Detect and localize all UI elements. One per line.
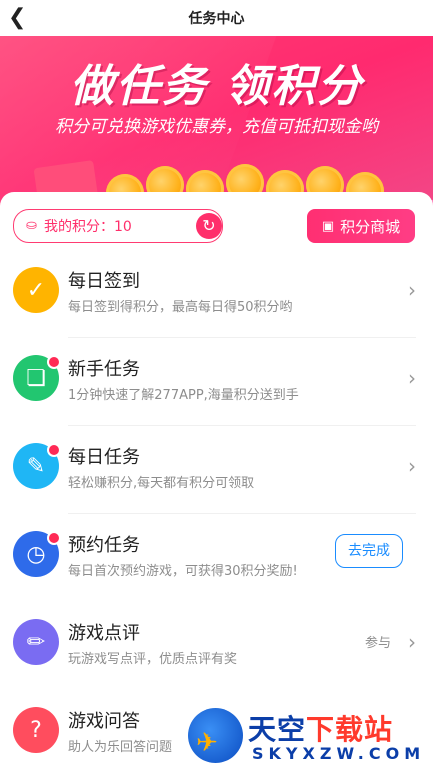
- notification-dot: [47, 531, 61, 545]
- task-game-review[interactable]: ✏ 游戏点评 玩游戏写点评，优质点评有奖 参与 ›: [0, 602, 433, 690]
- points-label: 我的积分：10: [44, 219, 132, 235]
- task-name: 每日任务: [68, 447, 140, 468]
- participate-label: 参与: [364, 636, 391, 651]
- task-reservation[interactable]: ◷ 预约任务 每日首次预约游戏，可获得30积分奖励! 去完成: [0, 514, 433, 602]
- task-desc: 每日签到得积分，最高每日得50积分哟: [68, 300, 293, 315]
- page-title: 任务中心: [188, 11, 245, 27]
- plane-icon: ✈: [196, 728, 218, 758]
- top-bar: ❮ 任务中心: [0, 0, 433, 36]
- task-desc: 助人为乐回答问题: [68, 740, 173, 755]
- banner-headline: 做任务 领积分: [69, 61, 364, 112]
- task-desc: 玩游戏写点评，优质点评有奖: [68, 652, 238, 667]
- calendar-check-icon: ✓: [13, 267, 59, 313]
- coin-icon: ⛀: [26, 218, 37, 233]
- task-newbie[interactable]: ❏ 新手任务 1分钟快速了解277APP,海量积分送到手 ›: [0, 338, 433, 426]
- task-name: 新手任务: [68, 359, 140, 380]
- back-icon[interactable]: ❮: [8, 6, 28, 30]
- task-desc: 1分钟快速了解277APP,海量积分送到手: [68, 388, 299, 403]
- points-mall-button[interactable]: ▣ 积分商城: [307, 209, 415, 243]
- task-name: 每日签到: [68, 271, 140, 292]
- notification-dot: [47, 355, 61, 369]
- notification-dot: [47, 443, 61, 457]
- task-desc: 每日首次预约游戏，可获得30积分奖励!: [68, 564, 298, 579]
- chevron-right-icon: ›: [408, 366, 416, 390]
- banner-subtitle: 积分可兑换游戏优惠券，充值可抵扣现金哟: [55, 117, 378, 137]
- task-name: 游戏点评: [68, 623, 140, 644]
- task-daily-checkin[interactable]: ✓ 每日签到 每日签到得积分，最高每日得50积分哟 ›: [0, 250, 433, 338]
- store-icon: ▣: [321, 218, 335, 234]
- watermark-title: 天空下载站: [248, 708, 393, 748]
- watermark-name-a: 天空: [248, 713, 307, 746]
- points-mall-label: 积分商城: [340, 217, 401, 236]
- task-desc: 轻松赚积分,每天都有积分可领取: [68, 476, 255, 491]
- my-points: ⛀ 我的积分：10: [13, 209, 223, 243]
- complete-button[interactable]: 去完成: [335, 534, 403, 568]
- chevron-right-icon: ›: [408, 630, 416, 654]
- watermark-name-b: 下载站: [306, 713, 394, 746]
- task-daily[interactable]: ✎ 每日任务 轻松赚积分,每天都有积分可领取 ›: [0, 426, 433, 514]
- watermark-url: SKYXZW.COM: [252, 744, 426, 763]
- pencil-icon: ✏: [13, 619, 59, 665]
- chevron-right-icon: ›: [408, 454, 416, 478]
- task-card: ⛀ 我的积分：10 ↻ ▣ 积分商城 ✓ 每日签到 每日签到得积分，最高每日得5…: [0, 192, 433, 767]
- site-watermark: ✈ 天空下载站 SKYXZW.COM: [188, 706, 433, 767]
- task-name: 预约任务: [68, 535, 140, 556]
- refresh-icon[interactable]: ↻: [196, 213, 222, 239]
- task-name: 游戏问答: [68, 711, 140, 732]
- chevron-right-icon: ›: [408, 278, 416, 302]
- question-chat-icon: ?: [13, 707, 59, 753]
